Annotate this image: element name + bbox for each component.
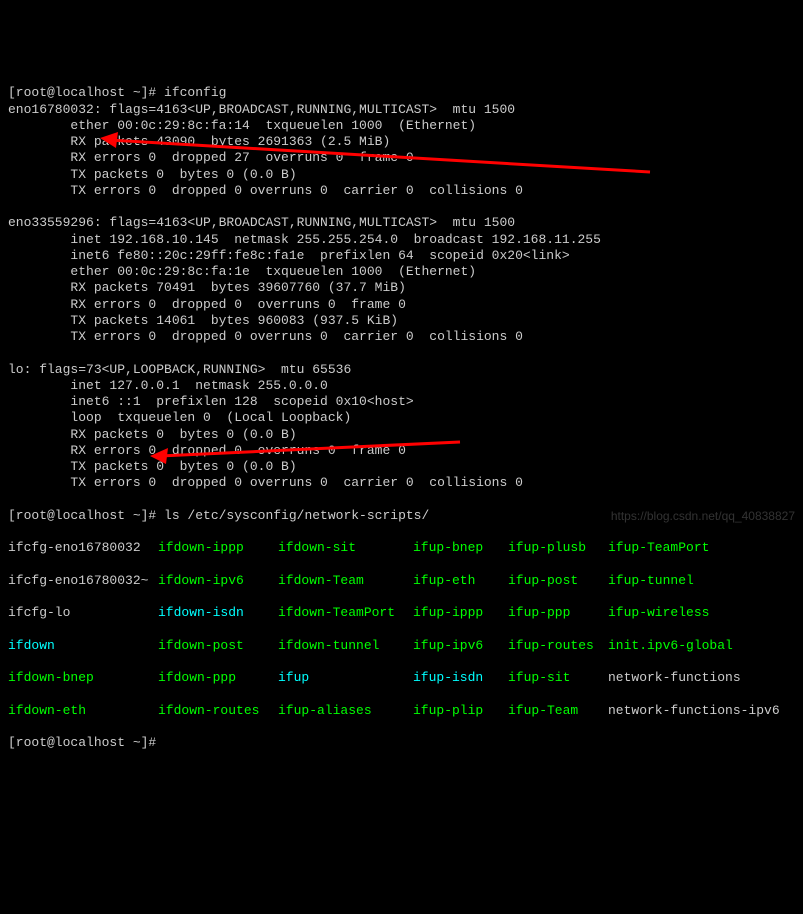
file-ifdown-team: ifdown-Team bbox=[278, 573, 413, 589]
if2-inet6: inet6 fe80::20c:29ff:fe8c:fa1e prefixlen… bbox=[8, 248, 570, 263]
if1-rx-packets: RX packets 43090 bytes 2691363 (2.5 MiB) bbox=[8, 134, 390, 149]
file-ifdown-post: ifdown-post bbox=[158, 638, 278, 654]
file-ifup-ipv6: ifup-ipv6 bbox=[413, 638, 508, 654]
file-ifdown-routes: ifdown-routes bbox=[158, 703, 278, 719]
file-ifdown-ippp: ifdown-ippp bbox=[158, 540, 278, 556]
file-ifup-plip: ifup-plip bbox=[413, 703, 508, 719]
file-ifup-tunnel: ifup-tunnel bbox=[608, 573, 748, 589]
prompt-line-1[interactable]: [root@localhost ~]# ifconfig bbox=[8, 85, 226, 100]
file-ifup-eth: ifup-eth bbox=[413, 573, 508, 589]
if2-tx-errors: TX errors 0 dropped 0 overruns 0 carrier… bbox=[8, 329, 523, 344]
file-init-ipv6-global: init.ipv6-global bbox=[608, 638, 748, 654]
if2-tx-packets: TX packets 14061 bytes 960083 (937.5 KiB… bbox=[8, 313, 398, 328]
if1-header: eno16780032: flags=4163<UP,BROADCAST,RUN… bbox=[8, 102, 515, 117]
file-ifdown-ipv6: ifdown-ipv6 bbox=[158, 573, 278, 589]
lo-loop: loop txqueuelen 0 (Local Loopback) bbox=[8, 410, 351, 425]
lo-tx-errors: TX errors 0 dropped 0 overruns 0 carrier… bbox=[8, 475, 523, 490]
ls-row-5: ifdown-bnepifdown-pppifupifup-isdnifup-s… bbox=[8, 670, 795, 686]
ls-row-2: ifcfg-eno16780032~ifdown-ipv6ifdown-Team… bbox=[8, 573, 795, 589]
if2-rx-packets: RX packets 70491 bytes 39607760 (37.7 Mi… bbox=[8, 280, 406, 295]
file-ifup-bnep: ifup-bnep bbox=[413, 540, 508, 556]
lo-rx-packets: RX packets 0 bytes 0 (0.0 B) bbox=[8, 427, 297, 442]
if1-tx-packets: TX packets 0 bytes 0 (0.0 B) bbox=[8, 167, 297, 182]
file-ifup-plusb: ifup-plusb bbox=[508, 540, 608, 556]
lo-tx-packets: TX packets 0 bytes 0 (0.0 B) bbox=[8, 459, 297, 474]
file-ifup-ppp: ifup-ppp bbox=[508, 605, 608, 621]
lo-inet: inet 127.0.0.1 netmask 255.0.0.0 bbox=[8, 378, 328, 393]
ls-row-4: ifdownifdown-postifdown-tunnelifup-ipv6i… bbox=[8, 638, 795, 654]
file-ifdown-eth: ifdown-eth bbox=[8, 703, 158, 719]
if2-ether: ether 00:0c:29:8c:fa:1e txqueuelen 1000 … bbox=[8, 264, 476, 279]
file-ifcfg-lo: ifcfg-lo bbox=[8, 605, 158, 621]
if1-rx-errors: RX errors 0 dropped 27 overruns 0 frame … bbox=[8, 150, 414, 165]
ls-row-3: ifcfg-loifdown-isdnifdown-TeamPortifup-i… bbox=[8, 605, 795, 621]
ls-row-6: ifdown-ethifdown-routesifup-aliasesifup-… bbox=[8, 703, 795, 719]
file-ifup-team: ifup-Team bbox=[508, 703, 608, 719]
ls-row-1: ifcfg-eno16780032ifdown-ipppifdown-sitif… bbox=[8, 540, 795, 556]
if2-rx-errors: RX errors 0 dropped 0 overruns 0 frame 0 bbox=[8, 297, 406, 312]
file-ifup-wireless: ifup-wireless bbox=[608, 605, 748, 621]
prompt-line-3[interactable]: [root@localhost ~]# bbox=[8, 735, 164, 750]
file-ifcfg-eno16780032: ifcfg-eno16780032 bbox=[8, 540, 158, 556]
lo-rx-errors: RX errors 0 dropped 0 overruns 0 frame 0 bbox=[8, 443, 406, 458]
file-ifdown-ppp: ifdown-ppp bbox=[158, 670, 278, 686]
file-ifup: ifup bbox=[278, 670, 413, 686]
if2-inet: inet 192.168.10.145 netmask 255.255.254.… bbox=[8, 232, 601, 247]
file-network-functions: network-functions bbox=[608, 670, 748, 686]
file-ifdown-isdn: ifdown-isdn bbox=[158, 605, 278, 621]
prompt-line-2[interactable]: [root@localhost ~]# ls /etc/sysconfig/ne… bbox=[8, 508, 429, 523]
terminal-output: [root@localhost ~]# ifconfig eno16780032… bbox=[8, 69, 795, 524]
if1-tx-errors: TX errors 0 dropped 0 overruns 0 carrier… bbox=[8, 183, 523, 198]
file-ifdown-sit: ifdown-sit bbox=[278, 540, 413, 556]
file-ifdown-teamport: ifdown-TeamPort bbox=[278, 605, 413, 621]
file-ifup-routes: ifup-routes bbox=[508, 638, 608, 654]
file-ifdown: ifdown bbox=[8, 638, 158, 654]
file-ifup-isdn: ifup-isdn bbox=[413, 670, 508, 686]
file-ifup-teamport: ifup-TeamPort bbox=[608, 540, 748, 556]
file-ifdown-tunnel: ifdown-tunnel bbox=[278, 638, 413, 654]
file-ifcfg-eno16780032-bak: ifcfg-eno16780032~ bbox=[8, 573, 158, 589]
file-network-functions-ipv6: network-functions-ipv6 bbox=[608, 703, 748, 719]
file-ifup-sit: ifup-sit bbox=[508, 670, 608, 686]
file-ifup-post: ifup-post bbox=[508, 573, 608, 589]
file-ifup-aliases: ifup-aliases bbox=[278, 703, 413, 719]
if2-header: eno33559296: flags=4163<UP,BROADCAST,RUN… bbox=[8, 215, 515, 230]
lo-header: lo: flags=73<UP,LOOPBACK,RUNNING> mtu 65… bbox=[8, 362, 351, 377]
watermark: https://blog.csdn.net/qq_40838827 bbox=[611, 509, 795, 524]
file-ifup-ippp: ifup-ippp bbox=[413, 605, 508, 621]
lo-inet6: inet6 ::1 prefixlen 128 scopeid 0x10<hos… bbox=[8, 394, 414, 409]
file-ifdown-bnep: ifdown-bnep bbox=[8, 670, 158, 686]
if1-ether: ether 00:0c:29:8c:fa:14 txqueuelen 1000 … bbox=[8, 118, 476, 133]
